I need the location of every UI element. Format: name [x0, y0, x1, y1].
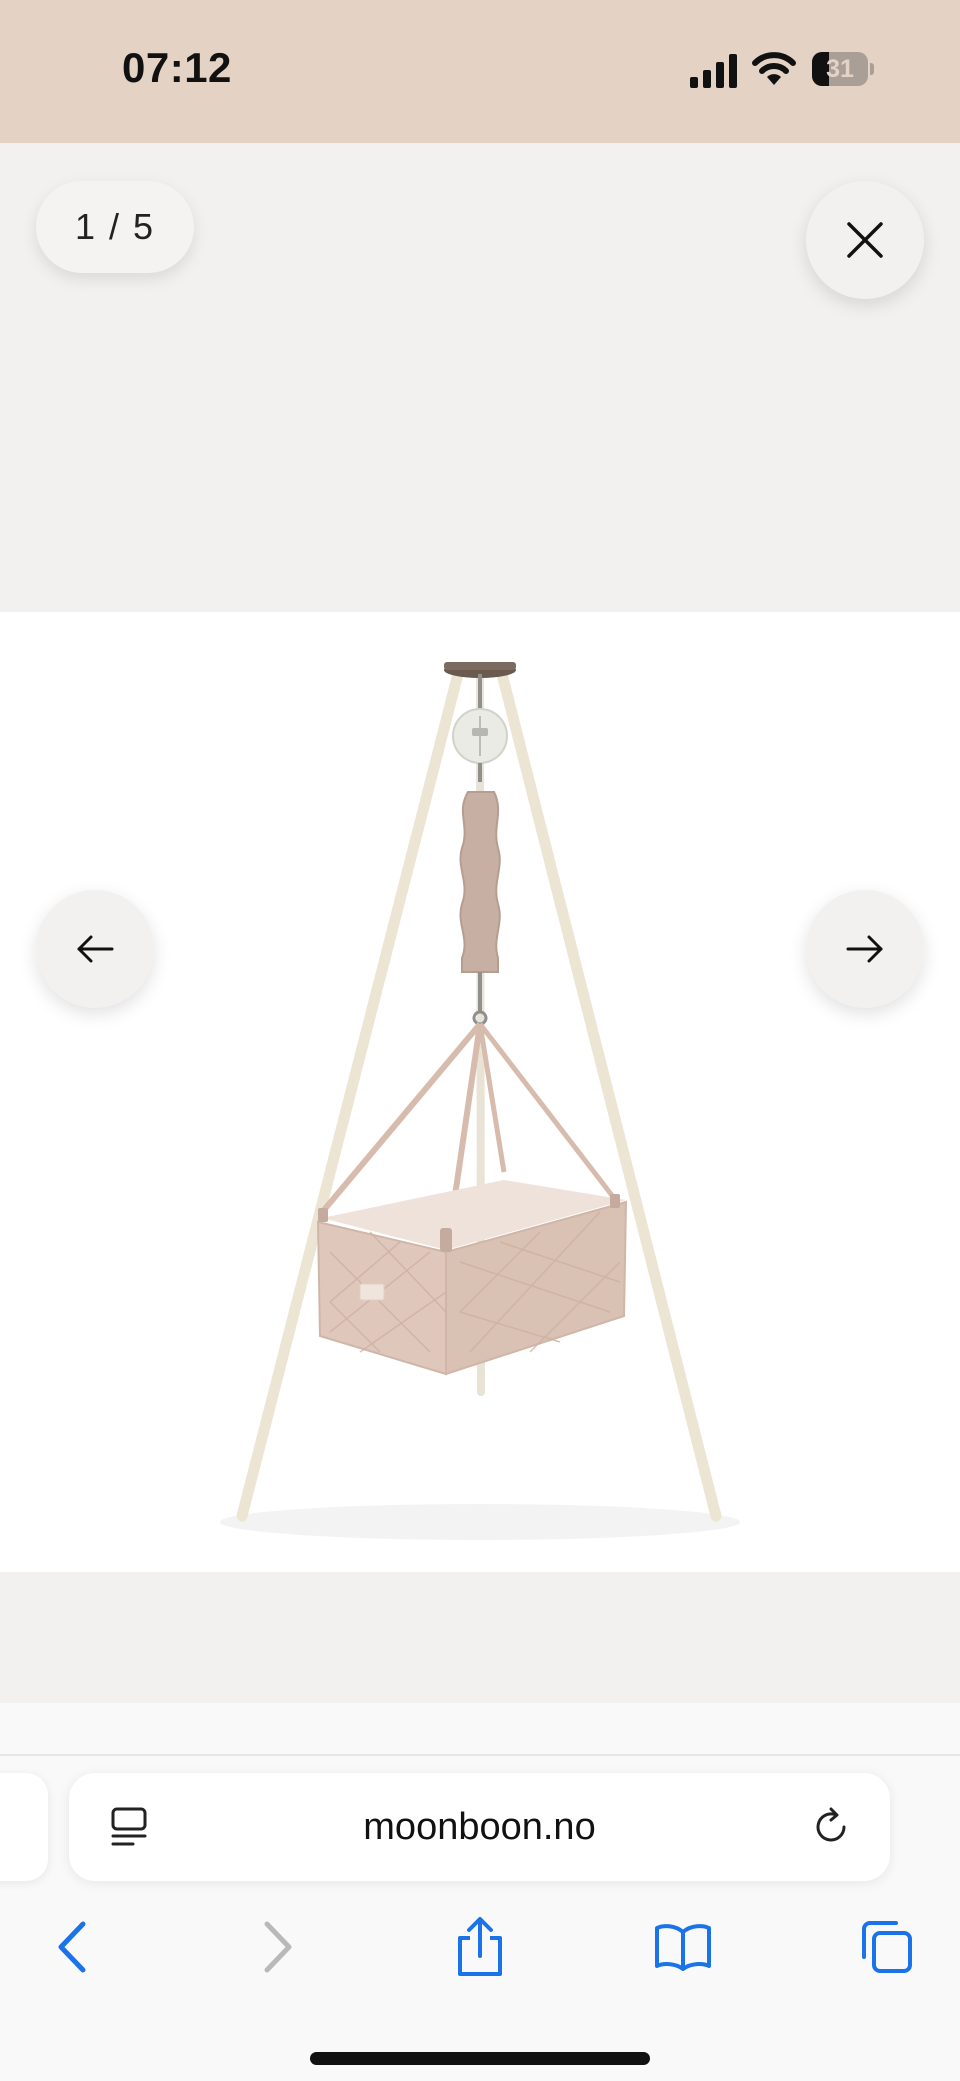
- back-button[interactable]: [32, 1907, 112, 1987]
- battery-icon: 31: [812, 52, 874, 86]
- reload-icon[interactable]: [811, 1807, 851, 1847]
- toolbar-divider: [0, 1754, 960, 1756]
- image-counter: 1 / 5: [36, 181, 194, 273]
- url-text: moonboon.no: [363, 1806, 596, 1848]
- tabs-button[interactable]: [846, 1907, 926, 1987]
- share-icon: [458, 1917, 502, 1976]
- hanging-cradle-illustration: [220, 662, 740, 1540]
- browser-toolbar: moonboon.no: [0, 1703, 960, 2081]
- signal-icon: [690, 54, 737, 88]
- bookmarks-icon: [655, 1924, 711, 1971]
- address-bar[interactable]: moonboon.no: [69, 1773, 890, 1881]
- product-image-cradle: [0, 612, 960, 1572]
- arrow-left-icon: [77, 935, 114, 963]
- previous-tab-preview[interactable]: [0, 1773, 48, 1881]
- next-image-button[interactable]: [806, 890, 924, 1008]
- image-viewer: 1 / 5: [0, 143, 960, 1703]
- bookmarks-button[interactable]: [643, 1907, 723, 1987]
- forward-button[interactable]: [238, 1907, 318, 1987]
- battery-level: 31: [826, 55, 854, 83]
- close-icon: [847, 222, 883, 258]
- previous-image-button[interactable]: [36, 890, 154, 1008]
- home-indicator[interactable]: [310, 2052, 650, 2065]
- close-button[interactable]: [806, 181, 924, 299]
- wifi-icon: [752, 52, 796, 85]
- status-bar: 07:12 31: [0, 0, 960, 143]
- forward-icon: [264, 1921, 292, 1973]
- back-icon: [58, 1921, 86, 1973]
- tabs-icon: [862, 1921, 912, 1973]
- arrow-right-icon: [846, 935, 883, 963]
- status-time: 07:12: [122, 44, 232, 91]
- share-button[interactable]: [440, 1907, 520, 1987]
